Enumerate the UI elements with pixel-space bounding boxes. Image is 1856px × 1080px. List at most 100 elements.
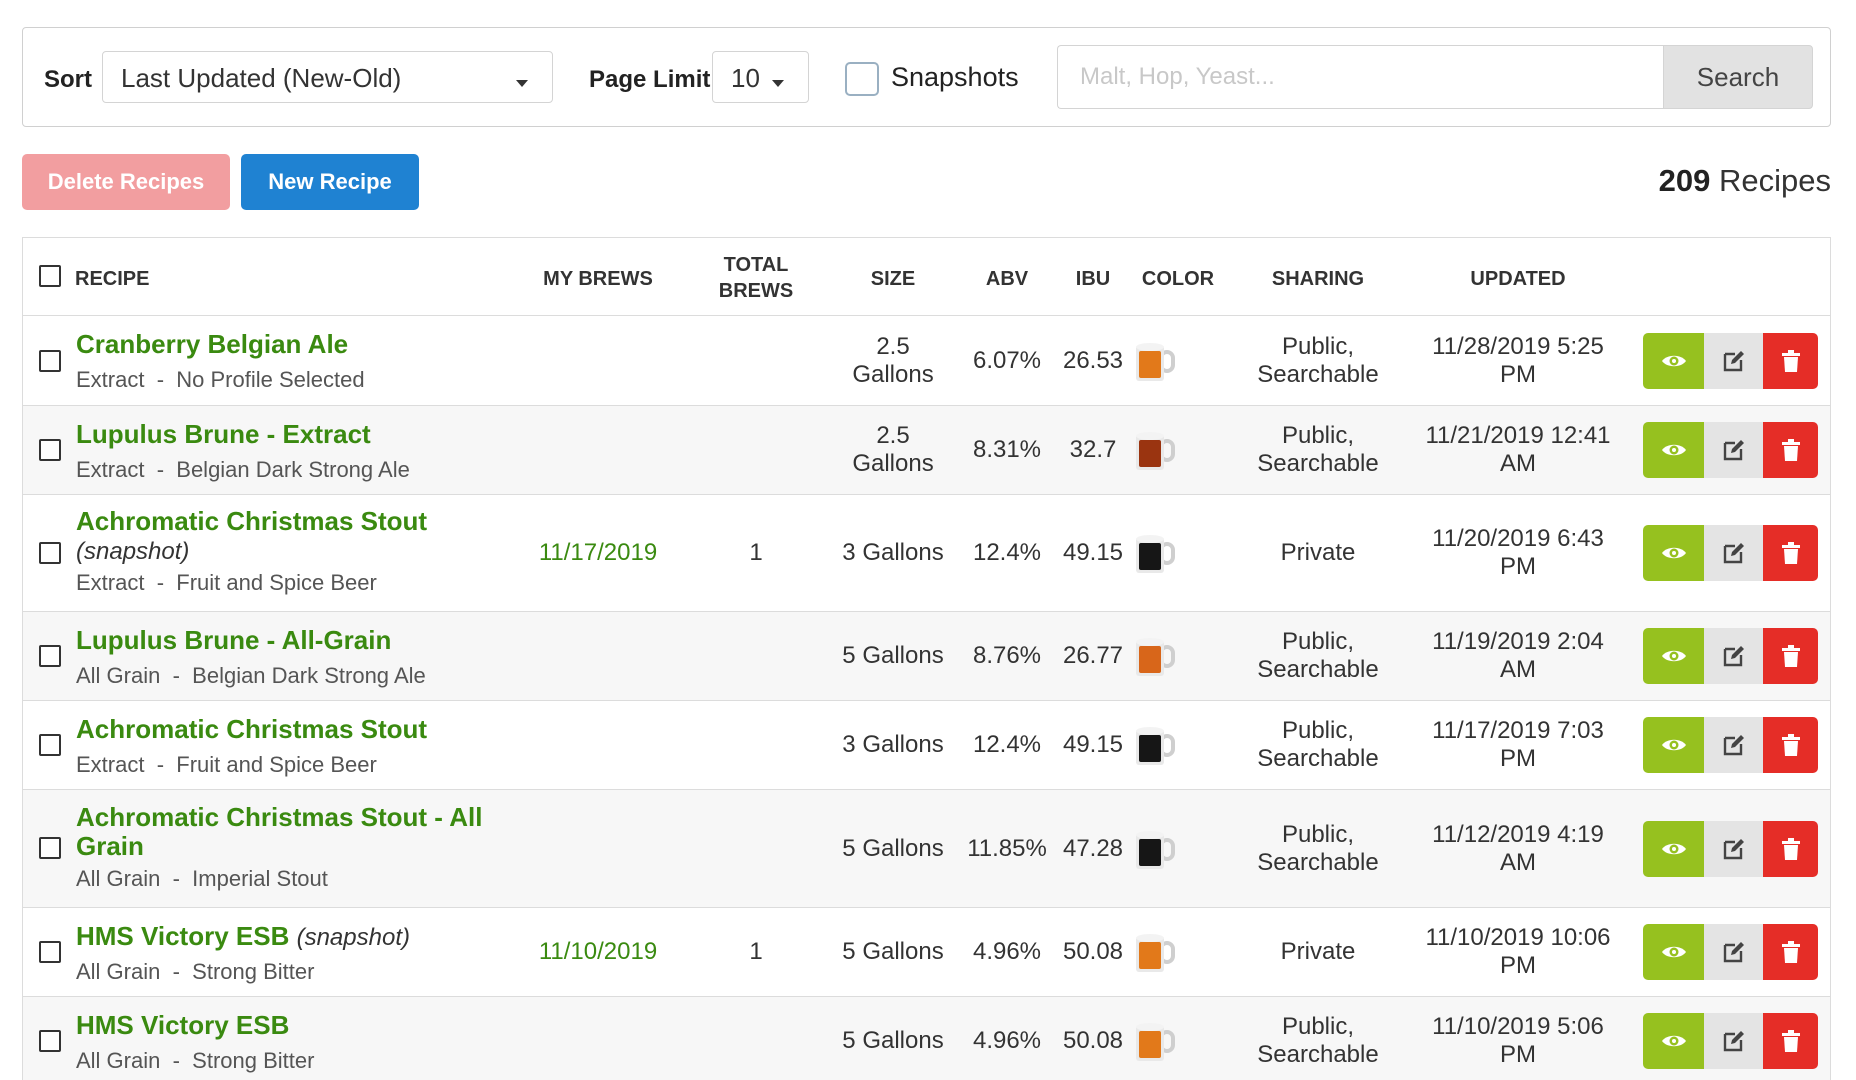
header-total-brews[interactable]: TOTAL BREWS — [691, 252, 821, 304]
row-checkbox[interactable] — [39, 941, 61, 963]
delete-button[interactable] — [1763, 821, 1818, 877]
edit-button[interactable] — [1704, 1013, 1763, 1069]
header-my-brews[interactable]: MY BREWS — [523, 266, 673, 292]
view-button[interactable] — [1643, 924, 1704, 980]
recipe-style: Strong Bitter — [192, 1048, 315, 1073]
recipe-style: Fruit and Spice Beer — [176, 570, 377, 595]
view-button[interactable] — [1643, 525, 1704, 581]
eye-icon — [1661, 843, 1686, 855]
edit-button[interactable] — [1704, 422, 1763, 478]
view-button[interactable] — [1643, 422, 1704, 478]
header-color[interactable]: COLOR — [1133, 266, 1223, 292]
recipe-sharing: Public, Searchable — [1238, 333, 1398, 389]
beer-color-fill — [1139, 646, 1161, 673]
edit-button[interactable] — [1704, 525, 1763, 581]
edit-button[interactable] — [1704, 821, 1763, 877]
edit-icon — [1723, 735, 1744, 756]
search-input[interactable] — [1058, 46, 1663, 108]
recipe-name-link[interactable]: Achromatic Christmas Stout — [76, 715, 427, 744]
beer-mug-icon — [1136, 934, 1175, 972]
recipe-name-link[interactable]: Achromatic Christmas Stout — [76, 507, 427, 536]
delete-button[interactable] — [1763, 1013, 1818, 1069]
recipe-sharing: Public, Searchable — [1238, 1013, 1398, 1069]
delete-button[interactable] — [1763, 924, 1818, 980]
snapshots-checkbox[interactable] — [845, 62, 879, 96]
recipe-abv: 8.76% — [972, 642, 1042, 669]
recipe-name-link[interactable]: Cranberry Belgian Ale — [76, 330, 348, 359]
recipe-updated-line2: PM — [1500, 745, 1536, 772]
page-limit-select[interactable]: 10 — [712, 51, 809, 103]
view-button[interactable] — [1643, 333, 1704, 389]
beer-color-fill — [1139, 942, 1161, 969]
edit-icon — [1723, 543, 1744, 564]
recipe-name-link[interactable]: Achromatic Christmas Stout - All Grain — [76, 803, 482, 861]
recipe-total-brews: 1 — [749, 938, 763, 965]
edit-button[interactable] — [1704, 717, 1763, 773]
sort-select-value: Last Updated (New-Old) — [121, 63, 402, 93]
recipe-updated-line1: 11/17/2019 7:03 — [1432, 717, 1604, 744]
recipe-size-line2: Gallons — [852, 361, 934, 388]
recipe-meta-sep: - — [172, 1048, 180, 1073]
edit-icon — [1723, 1031, 1744, 1052]
recipe-updated: 11/20/2019 6:43 PM — [1423, 525, 1613, 581]
row-checkbox[interactable] — [39, 350, 61, 372]
delete-button[interactable] — [1763, 422, 1818, 478]
delete-button[interactable] — [1763, 333, 1818, 389]
recipe-name-text: HMS Victory ESB — [76, 921, 290, 951]
header-abv[interactable]: ABV — [967, 266, 1047, 292]
recipe-count: 209 Recipes — [1659, 163, 1831, 199]
delete-recipes-button[interactable]: Delete Recipes — [22, 154, 230, 210]
delete-button[interactable] — [1763, 628, 1818, 684]
new-recipe-button[interactable]: New Recipe — [241, 154, 419, 210]
header-updated[interactable]: UPDATED — [1423, 266, 1613, 292]
recipe-name-link[interactable]: HMS Victory ESB — [76, 1011, 289, 1040]
trash-icon — [1781, 941, 1800, 963]
delete-button[interactable] — [1763, 525, 1818, 581]
row-checkbox[interactable] — [39, 645, 61, 667]
table-row: Achromatic Christmas Stout - All Grain Al… — [23, 790, 1830, 908]
sort-select[interactable]: Last Updated (New-Old) — [102, 51, 553, 103]
recipe-total-brews: 1 — [749, 539, 763, 566]
recipe-meta-sep: - — [156, 570, 165, 595]
recipe-my-brews[interactable]: 11/10/2019 — [523, 938, 673, 966]
header-recipe[interactable]: RECIPE — [75, 266, 149, 292]
recipe-my-brews[interactable]: 11/17/2019 — [523, 539, 673, 567]
edit-icon — [1723, 440, 1744, 461]
recipe-name-link[interactable]: HMS Victory ESB (snapshot) — [76, 922, 410, 952]
row-checkbox[interactable] — [39, 734, 61, 756]
row-checkbox[interactable] — [39, 542, 61, 564]
recipes-table: RECIPE MY BREWS TOTAL BREWS SIZE ABV IBU… — [22, 237, 1831, 1080]
eye-icon — [1661, 444, 1686, 456]
recipe-sharing: Private — [1280, 938, 1356, 965]
recipe-name-link[interactable]: Lupulus Brune - Extract — [76, 420, 371, 449]
view-button[interactable] — [1643, 821, 1704, 877]
recipe-size: 5 Gallons — [842, 1027, 944, 1054]
recipe-style: No Profile Selected — [176, 367, 365, 392]
row-checkbox[interactable] — [39, 1030, 61, 1052]
recipe-sharing-line1: Public, — [1281, 628, 1355, 655]
view-button[interactable] — [1643, 717, 1704, 773]
search-field[interactable] — [1057, 45, 1663, 109]
search-button[interactable]: Search — [1663, 45, 1813, 109]
header-ibu[interactable]: IBU — [1053, 266, 1133, 292]
recipe-meta-sep: - — [156, 457, 165, 482]
snapshots-label[interactable]: Snapshots — [891, 62, 1019, 93]
row-actions — [1643, 717, 1818, 773]
trash-icon — [1781, 439, 1800, 461]
recipe-abv: 8.31% — [972, 436, 1042, 463]
edit-button[interactable] — [1704, 628, 1763, 684]
row-checkbox[interactable] — [39, 837, 61, 859]
row-checkbox[interactable] — [39, 439, 61, 461]
recipe-name-link[interactable]: Lupulus Brune - All-Grain — [76, 626, 391, 655]
view-button[interactable] — [1643, 1013, 1704, 1069]
header-size[interactable]: SIZE — [833, 266, 953, 292]
recipe-meta-sep: - — [156, 752, 165, 777]
view-button[interactable] — [1643, 628, 1704, 684]
delete-button[interactable] — [1763, 717, 1818, 773]
recipe-size: 5 Gallons — [842, 835, 944, 862]
header-sharing[interactable]: SHARING — [1238, 266, 1398, 292]
select-all-checkbox[interactable] — [39, 265, 61, 287]
recipe-updated-line2: PM — [1500, 361, 1536, 388]
edit-button[interactable] — [1704, 924, 1763, 980]
edit-button[interactable] — [1704, 333, 1763, 389]
